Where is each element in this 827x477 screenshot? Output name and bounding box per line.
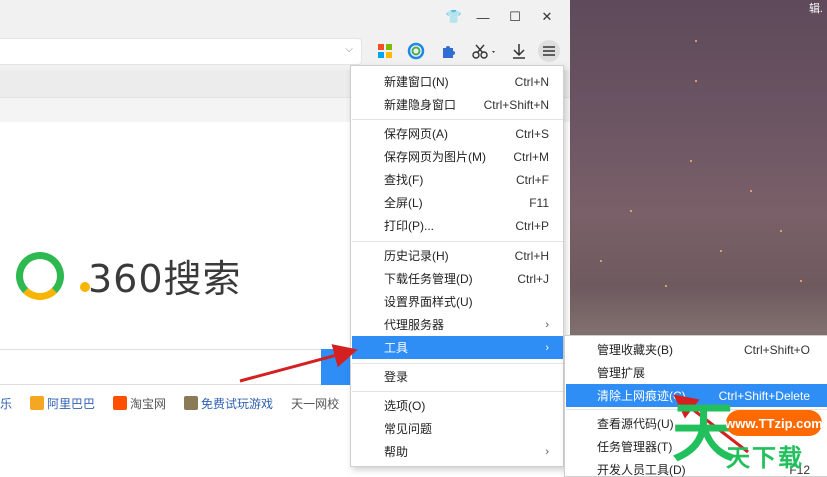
quick-links: 乐 阿里巴巴 淘宝网 免费试玩游戏 天一网校 xyxy=(0,394,357,412)
alibaba-icon xyxy=(30,396,45,410)
quick-link-taobao[interactable]: 淘宝网 xyxy=(113,395,166,412)
menu-item-label: 打印(P)... xyxy=(384,219,434,233)
skin-icon[interactable]: 👕 xyxy=(443,6,465,28)
menu-item-label: 选项(O) xyxy=(384,399,426,413)
menu-item-shortcut: Ctrl+M xyxy=(513,149,549,164)
quick-link-label: 淘宝网 xyxy=(130,396,167,411)
menu-separator xyxy=(352,241,563,242)
menu-item-label: 工具 xyxy=(384,341,409,355)
menu-item-save-page[interactable]: 保存网页(A) Ctrl+S xyxy=(352,122,563,145)
menu-item-label: 常见问题 xyxy=(384,422,433,436)
menu-item-help[interactable]: 帮助 › xyxy=(352,440,563,463)
quick-link[interactable]: 乐 xyxy=(0,395,12,412)
menu-item-shortcut: Ctrl+Shift+O xyxy=(743,342,810,357)
menu-item-label: 管理收藏夹(B) xyxy=(597,343,673,357)
menu-item-label: 代理服务器 xyxy=(384,318,445,332)
quick-link-tianyi[interactable]: 天一网校 xyxy=(291,395,339,412)
menu-item-ui-style[interactable]: 设置界面样式(U) xyxy=(352,290,563,313)
menu-icon[interactable] xyxy=(538,40,560,62)
menu-item-tools[interactable]: 工具 › xyxy=(352,336,563,359)
quick-link-games[interactable]: 免费试玩游戏 xyxy=(184,395,273,412)
chevron-right-icon: › xyxy=(545,341,549,354)
chevron-right-icon: › xyxy=(545,445,549,458)
title-bar: 👕 — ☐ ✕ xyxy=(0,0,570,34)
submenu-item-favorites[interactable]: 管理收藏夹(B) Ctrl+Shift+O xyxy=(566,338,827,361)
menu-item-label: 查找(F) xyxy=(384,173,424,187)
menu-item-save-as-image[interactable]: 保存网页为图片(M) Ctrl+M xyxy=(352,145,563,168)
wallpaper-corner-text: 辑. xyxy=(808,3,823,15)
menu-item-shortcut: Ctrl+Shift+N xyxy=(483,97,549,112)
menu-item-new-incognito[interactable]: 新建隐身窗口 Ctrl+Shift+N xyxy=(352,93,563,116)
menu-item-shortcut: Ctrl+J xyxy=(517,271,549,286)
menu-item-fullscreen[interactable]: 全屏(L) F11 xyxy=(352,191,563,214)
menu-item-label: 登录 xyxy=(384,370,409,384)
windows-grid-icon[interactable] xyxy=(374,40,396,62)
chevron-down-icon[interactable]: ⌵ xyxy=(345,44,353,55)
menu-item-shortcut: Ctrl+P xyxy=(515,218,549,233)
menu-item-shortcut: Ctrl+F xyxy=(516,172,549,187)
menu-item-label: 保存网页为图片(M) xyxy=(384,150,486,164)
menu-item-label: 下载任务管理(D) xyxy=(384,272,473,286)
menu-item-shortcut: F11 xyxy=(529,195,549,210)
menu-item-faq[interactable]: 常见问题 xyxy=(352,417,563,440)
menu-item-label: 查看源代码(U) xyxy=(597,417,674,431)
chevron-right-icon: › xyxy=(545,318,549,331)
menu-item-proxy[interactable]: 代理服务器 › xyxy=(352,313,563,336)
logo-text: 360搜索 xyxy=(88,257,242,301)
game-icon xyxy=(184,396,199,410)
scissors-icon[interactable] xyxy=(469,40,501,62)
taobao-icon xyxy=(113,396,128,410)
logo-dot-icon xyxy=(80,282,90,292)
menu-item-shortcut: Ctrl+S xyxy=(515,126,549,141)
menu-item-print[interactable]: 打印(P)... Ctrl+P xyxy=(352,214,563,237)
quick-link-label: 免费试玩游戏 xyxy=(201,396,274,411)
search-input[interactable] xyxy=(0,349,322,385)
puzzle-icon[interactable] xyxy=(437,40,459,62)
360-search-logo[interactable]: 360搜索 xyxy=(16,248,242,303)
menu-item-find[interactable]: 查找(F) Ctrl+F xyxy=(352,168,563,191)
minimize-button[interactable]: — xyxy=(472,6,494,28)
menu-separator xyxy=(352,391,563,392)
menu-item-label: 帮助 xyxy=(384,445,409,459)
browser-main-menu: 新建窗口(N) Ctrl+N 新建隐身窗口 Ctrl+Shift+N 保存网页(A)… xyxy=(350,65,564,467)
menu-item-label: 任务管理器(T) xyxy=(597,440,673,454)
menu-item-history[interactable]: 历史记录(H) Ctrl+H xyxy=(352,244,563,267)
download-icon[interactable] xyxy=(508,40,530,62)
submenu-item-extensions[interactable]: 管理扩展 xyxy=(566,361,827,384)
menu-item-label: 新建隐身窗口 xyxy=(384,98,457,112)
menu-separator xyxy=(352,119,563,120)
watermark-text: 天下载 xyxy=(726,444,804,472)
address-bar[interactable]: ⌵ xyxy=(0,38,362,65)
menu-item-label: 管理扩展 xyxy=(597,366,646,380)
menu-separator xyxy=(352,363,563,364)
menu-item-options[interactable]: 选项(O) xyxy=(352,394,563,417)
close-button[interactable]: ✕ xyxy=(536,6,558,28)
menu-item-new-window[interactable]: 新建窗口(N) Ctrl+N xyxy=(352,70,563,93)
menu-item-label: 历史记录(H) xyxy=(384,249,449,263)
menu-item-downloads[interactable]: 下载任务管理(D) Ctrl+J xyxy=(352,267,563,290)
menu-item-shortcut: Ctrl+N xyxy=(514,74,549,89)
watermark-url: www.TTzip.com xyxy=(725,410,823,436)
menu-item-login[interactable]: 登录 xyxy=(352,365,563,388)
menu-item-label: 设置界面样式(U) xyxy=(384,295,473,309)
menu-item-label: 新建窗口(N) xyxy=(384,75,449,89)
logo-ring-icon xyxy=(16,251,64,300)
quick-link-alibaba[interactable]: 阿里巴巴 xyxy=(30,395,95,412)
menu-item-label: 全屏(L) xyxy=(384,196,423,210)
quick-link-label: 阿里巴巴 xyxy=(47,396,96,411)
maximize-button[interactable]: ☐ xyxy=(504,6,526,28)
search-button[interactable] xyxy=(321,349,351,385)
menu-item-shortcut: Ctrl+H xyxy=(514,248,549,263)
360-ring-icon[interactable] xyxy=(405,40,427,62)
menu-item-label: 保存网页(A) xyxy=(384,127,448,141)
